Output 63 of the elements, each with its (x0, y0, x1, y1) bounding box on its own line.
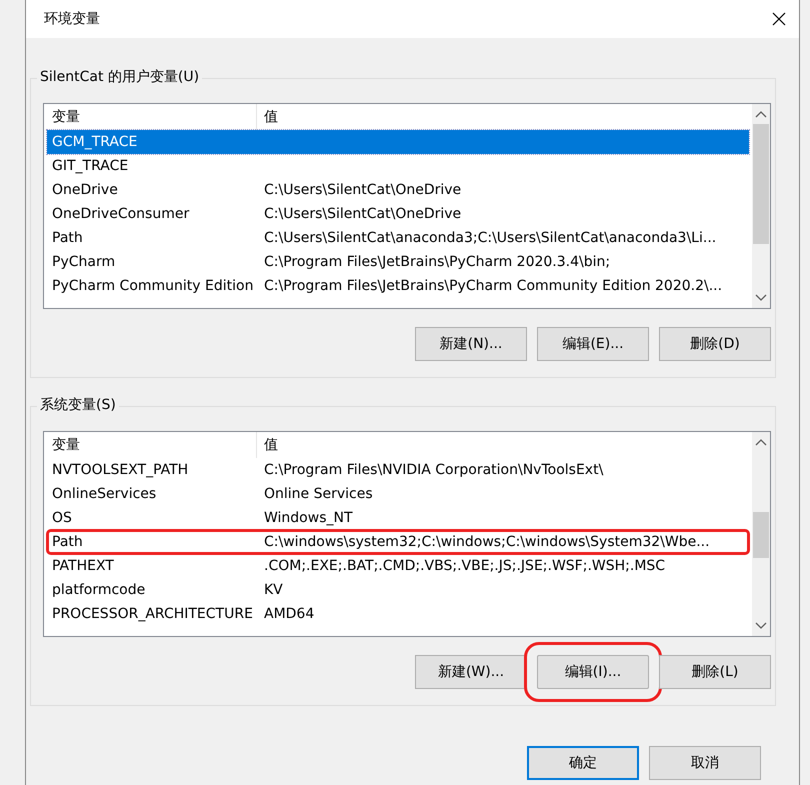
scroll-up-icon[interactable] (755, 110, 767, 118)
variable-row[interactable]: GCM_TRACE (47, 130, 749, 154)
variable-name: OS (51, 510, 73, 526)
variable-row[interactable]: OnlineServices Online Services (47, 482, 749, 506)
dialog-button[interactable]: 编辑(E)... (537, 327, 649, 361)
variable-value: C:\Program Files\JetBrains\PyCharm 2020.3.4\bin; (263, 254, 610, 270)
close-icon (772, 12, 786, 26)
variable-value: C:\Users\SilentCat\OneDrive (263, 182, 462, 198)
variable-row[interactable]: PATHEXT .COM;.EXE;.BAT;.CMD;.VBS;.VBE;.JS;.JSE;.WSF;.WSH;.MSC (47, 554, 749, 578)
variable-name: NVTOOLSEXT_PATH (51, 462, 190, 478)
column-header[interactable]: 变量 (47, 432, 257, 458)
scroll-up-icon[interactable] (755, 438, 767, 446)
variable-value: C:\Program Files\JetBrains\PyCharm Community Edition 2020.2\... (263, 278, 722, 294)
variable-name: Path (51, 230, 84, 246)
variable-row[interactable]: PyCharm Community Edition C:\Program Files\JetBrains\PyCharm Community Edition 2020.2\... (47, 274, 749, 298)
variable-name: PATHEXT (51, 558, 115, 574)
window-title: 环境变量 (44, 10, 100, 28)
variable-value: Windows_NT (263, 510, 353, 526)
variable-name: GIT_TRACE (51, 158, 130, 174)
dialog-button[interactable]: 删除(L) (659, 655, 771, 689)
scroll-down-icon[interactable] (755, 294, 767, 302)
variable-value: C:\Users\SilentCat\OneDrive (263, 206, 462, 222)
scroll-down-icon[interactable] (755, 622, 767, 630)
variable-value: C:\Users\SilentCat\anaconda3;C:\Users\SilentCat\anaconda3\Li... (263, 230, 716, 246)
column-header[interactable]: 值 (257, 432, 278, 458)
dialog-button[interactable]: 新建(N)... (415, 327, 527, 361)
variable-name: OneDriveConsumer (51, 206, 190, 222)
variable-name: PyCharm Community Edition (51, 278, 254, 294)
variable-name: Path (51, 534, 84, 550)
variable-name: GCM_TRACE (51, 134, 138, 150)
variable-name: OneDrive (51, 182, 119, 198)
group-title: SilentCat 的用户变量(U) (37, 68, 202, 86)
column-header[interactable]: 值 (257, 104, 278, 130)
variable-value: C:\windows\system32;C:\windows;C:\windows\System32\Wbe... (263, 534, 710, 550)
dialog-button[interactable]: 新建(W)... (415, 655, 527, 689)
variable-row[interactable]: OneDriveConsumer C:\Users\SilentCat\OneDrive (47, 202, 749, 226)
variable-row[interactable]: Path C:\windows\system32;C:\windows;C:\windows\System32\Wbe... (47, 530, 749, 554)
dialog-button[interactable]: 取消 (649, 746, 761, 780)
variable-name: OnlineServices (51, 486, 158, 502)
scrollbar[interactable] (752, 432, 770, 636)
variable-name: platformcode (51, 582, 146, 598)
scrollbar[interactable] (752, 104, 770, 308)
dialog-button[interactable]: 确定 (527, 746, 639, 780)
group-title: 系统变量(S) (37, 396, 119, 414)
variable-value: C:\Program Files\NVIDIA Corporation\NvToolsExt\ (263, 462, 604, 478)
scrollbar-thumb[interactable] (753, 512, 769, 558)
variable-row[interactable]: PyCharm C:\Program Files\JetBrains\PyCharm 2020.3.4\bin; (47, 250, 749, 274)
variable-value: AMD64 (263, 606, 314, 622)
variable-row[interactable]: OneDrive C:\Users\SilentCat\OneDrive (47, 178, 749, 202)
variable-name: PROCESSOR_ARCHITECTURE (51, 606, 254, 622)
variable-row[interactable]: NVTOOLSEXT_PATH C:\Program Files\NVIDIA Corporation\NvToolsExt\ (47, 458, 749, 482)
scrollbar-thumb[interactable] (753, 124, 769, 244)
variable-row[interactable]: OS Windows_NT (47, 506, 749, 530)
dialog-button[interactable]: 编辑(I)... (537, 655, 649, 689)
variable-value: KV (263, 582, 283, 598)
variable-value: .COM;.EXE;.BAT;.CMD;.VBS;.VBE;.JS;.JSE;.WSF;.WSH;.MSC (263, 558, 666, 574)
dialog-button[interactable]: 删除(D) (659, 327, 771, 361)
variable-row[interactable]: Path C:\Users\SilentCat\anaconda3;C:\Users\SilentCat\anaconda3\Li... (47, 226, 749, 250)
variable-value: Online Services (263, 486, 373, 502)
variable-name: PyCharm (51, 254, 116, 270)
variable-row[interactable]: PROCESSOR_ARCHITECTURE AMD64 (47, 602, 749, 626)
variable-row[interactable]: platformcode KV (47, 578, 749, 602)
variable-row[interactable]: GIT_TRACE (47, 154, 749, 178)
